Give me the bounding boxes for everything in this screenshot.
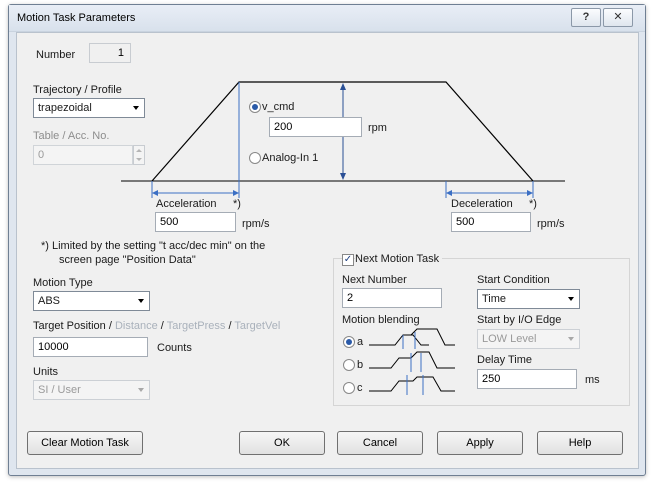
deceleration-footnote-mark: *) (529, 198, 537, 210)
blending-label: Motion blending (342, 314, 420, 326)
blend-c-diagram (369, 375, 455, 395)
start-condition-selected: Time (482, 293, 507, 305)
motion-type-label: Motion Type (33, 277, 93, 289)
target-vel-label: TargetVel (234, 320, 281, 332)
decel-arrow-left-icon (446, 190, 452, 196)
help-title-button[interactable]: ? (571, 8, 601, 27)
acceleration-footnote-mark: *) (233, 198, 241, 210)
motion-task-window: Motion Task Parameters ? ✕ Number 1 Traj… (8, 4, 646, 476)
target-sep-1: / (105, 320, 115, 332)
start-condition-label: Start Condition (477, 274, 550, 286)
units-select[interactable]: SI / User (33, 380, 150, 400)
v-cmd-unit: rpm (368, 122, 387, 134)
question-icon: ? (582, 11, 590, 23)
blend-a-radio[interactable] (343, 336, 355, 348)
next-number-label: Next Number (342, 274, 407, 286)
target-distance-label: Distance (114, 320, 158, 332)
velocity-arrow-up-icon (340, 83, 346, 90)
deceleration-unit: rpm/s (537, 218, 565, 230)
deceleration-label: Deceleration (451, 198, 513, 210)
chevron-down-icon (138, 299, 144, 303)
help-button[interactable]: Help (537, 431, 623, 455)
trapezoid-diagram (121, 81, 565, 198)
target-position-field[interactable]: 10000 (33, 337, 148, 357)
blend-c-radio[interactable] (343, 382, 355, 394)
start-edge-selected: LOW Level (482, 333, 537, 345)
target-label: Target Position / Distance / TargetPress… (33, 320, 280, 332)
start-edge-select[interactable]: LOW Level (477, 329, 580, 349)
delay-label: Delay Time (477, 354, 533, 366)
blend-b-radio[interactable] (343, 359, 355, 371)
accel-arrow-left-icon (152, 190, 158, 196)
blend-c-label: c (357, 382, 363, 394)
start-edge-label: Start by I/O Edge (477, 314, 562, 326)
blend-a-diagram (369, 328, 455, 349)
velocity-arrow-down-icon (340, 173, 346, 180)
cancel-button[interactable]: Cancel (337, 431, 423, 455)
dialog-client: Number 1 Trajectory / Profile trapezoida… (16, 32, 639, 469)
blending-diagrams (369, 328, 455, 395)
check-icon: ✓ (343, 254, 353, 265)
target-sep-2: / (157, 320, 167, 332)
acceleration-label: Acceleration (156, 198, 217, 210)
v-cmd-radio[interactable] (249, 101, 261, 113)
start-condition-select[interactable]: Time (477, 289, 580, 309)
chevron-down-icon (568, 297, 574, 301)
next-task-checkbox[interactable]: ✓ (342, 254, 354, 266)
motion-type-selected: ABS (38, 295, 61, 307)
delay-unit: ms (585, 374, 600, 386)
acceleration-field[interactable]: 500 (155, 212, 236, 232)
accel-arrow-right-icon (233, 190, 239, 196)
clear-motion-task-button[interactable]: Clear Motion Task (27, 431, 143, 455)
chevron-down-icon (568, 337, 574, 341)
window-title: Motion Task Parameters (17, 12, 136, 24)
target-unit: Counts (157, 342, 192, 354)
analog-in-label: Analog-In 1 (262, 152, 319, 164)
delay-field[interactable]: 250 (477, 369, 577, 389)
target-position-label: Target Position (33, 320, 106, 332)
apply-button[interactable]: Apply (437, 431, 523, 455)
analog-in-radio[interactable] (249, 152, 261, 164)
chevron-down-icon (138, 388, 144, 392)
title-bar: Motion Task Parameters ? ✕ (9, 5, 645, 32)
next-task-label: Next Motion Task (355, 253, 443, 265)
blend-b-diagram (369, 351, 455, 372)
ok-button[interactable]: OK (239, 431, 325, 455)
footnote-line-1: *) Limited by the setting "t acc/dec min… (41, 240, 266, 252)
units-label: Units (33, 366, 59, 378)
units-selected: SI / User (38, 384, 81, 396)
v-cmd-field[interactable]: 200 (269, 117, 362, 137)
footnote-line-2: screen page "Position Data" (59, 254, 196, 266)
deceleration-field[interactable]: 500 (451, 212, 531, 232)
decel-arrow-right-icon (527, 190, 533, 196)
motion-type-select[interactable]: ABS (33, 291, 150, 311)
next-number-field[interactable]: 2 (342, 288, 442, 308)
target-press-label: TargetPress (166, 320, 226, 332)
blend-a-label: a (357, 336, 364, 348)
close-icon: ✕ (613, 11, 623, 23)
v-cmd-label: v_cmd (262, 101, 295, 113)
close-button[interactable]: ✕ (603, 8, 633, 27)
blend-b-label: b (357, 359, 364, 371)
acceleration-unit: rpm/s (242, 218, 270, 230)
